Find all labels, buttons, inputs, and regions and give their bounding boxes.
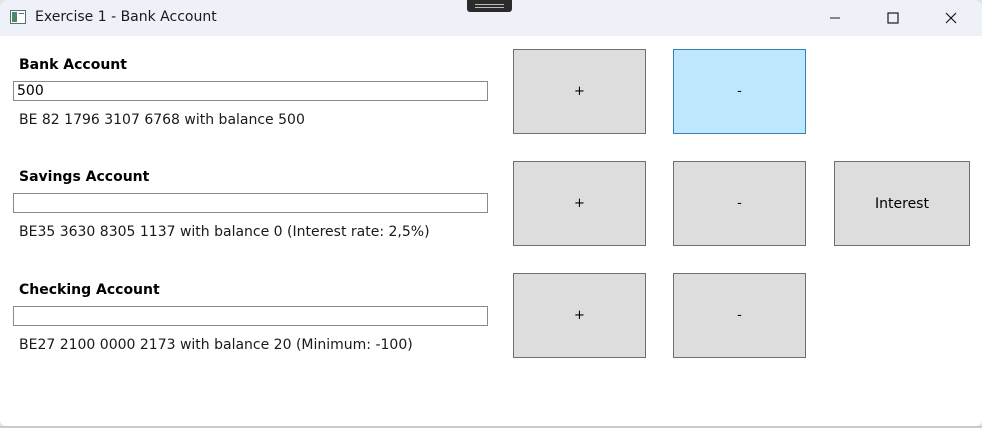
savings-account-info: BE35 3630 8305 1137 with balance 0 (Inte… (19, 224, 430, 240)
savings-deposit-button[interactable]: + (513, 161, 646, 246)
minimize-button[interactable] (806, 0, 864, 36)
checking-account-label: Checking Account (19, 282, 160, 298)
bank-deposit-label: + (574, 84, 585, 99)
close-button[interactable] (922, 0, 980, 36)
bank-amount-input[interactable]: 500 (13, 81, 488, 101)
bank-deposit-button[interactable]: + (513, 49, 646, 134)
app-window: Exercise 1 - Bank Account Bank Account 5… (0, 0, 982, 426)
savings-interest-label: Interest (875, 195, 929, 212)
checking-account-info: BE27 2100 0000 2173 with balance 20 (Min… (19, 337, 413, 353)
bank-account-info: BE 82 1796 3107 6768 with balance 500 (19, 112, 305, 128)
maximize-icon (887, 12, 899, 24)
savings-deposit-label: + (574, 196, 585, 211)
close-icon (945, 12, 957, 24)
app-window-icon (10, 10, 26, 24)
checking-withdraw-label: - (737, 308, 742, 323)
checking-deposit-label: + (574, 308, 585, 323)
title-bar[interactable]: Exercise 1 - Bank Account (0, 0, 982, 36)
savings-interest-button[interactable]: Interest (834, 161, 970, 246)
savings-account-label: Savings Account (19, 169, 150, 185)
savings-withdraw-label: - (737, 196, 742, 211)
checking-withdraw-button[interactable]: - (673, 273, 806, 358)
savings-withdraw-button[interactable]: - (673, 161, 806, 246)
checking-deposit-button[interactable]: + (513, 273, 646, 358)
window-title: Exercise 1 - Bank Account (35, 9, 217, 25)
bank-withdraw-button[interactable]: - (673, 49, 806, 134)
bank-account-label: Bank Account (19, 57, 127, 73)
savings-amount-input[interactable] (13, 193, 488, 213)
checking-amount-input[interactable] (13, 306, 488, 326)
bank-withdraw-label: - (737, 84, 742, 99)
snap-layout-handle[interactable] (467, 0, 512, 12)
minimize-icon (830, 17, 840, 19)
maximize-button[interactable] (864, 0, 922, 36)
